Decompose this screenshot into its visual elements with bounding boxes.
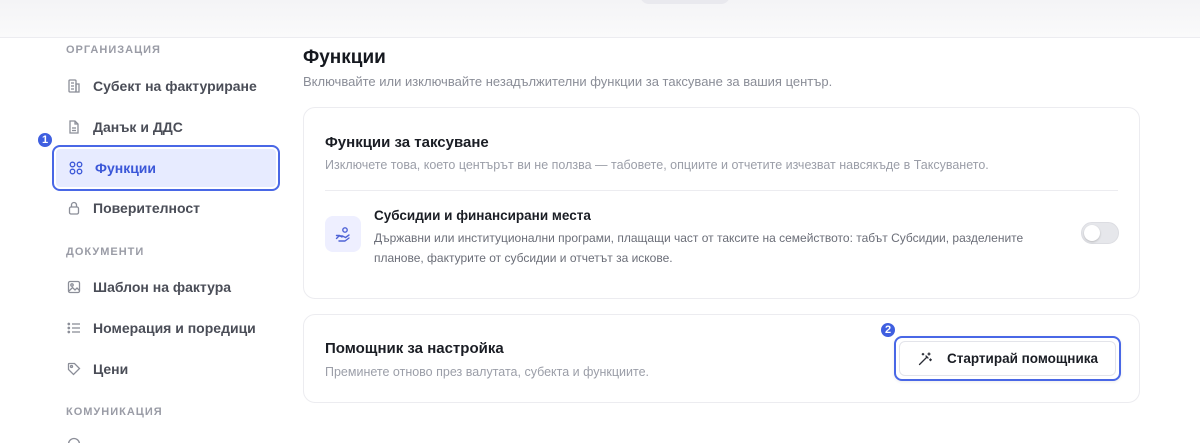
top-bar <box>0 0 1200 38</box>
section-label-communication: КОМУНИКАЦИЯ <box>66 406 163 418</box>
sidebar-item-invoice-template[interactable]: Шаблон на фактура <box>52 266 280 308</box>
sidebar-item-features[interactable]: Функции <box>52 145 280 191</box>
button-label: Стартирай помощника <box>946 351 1099 366</box>
list-icon <box>66 320 82 336</box>
step-badge-1: 1 <box>36 131 54 149</box>
section-label-documents: ДОКУМЕНТИ <box>66 246 145 258</box>
card-subtitle: Преминете отново през валутата, субекта … <box>325 365 650 379</box>
card-title: Помощник за настройка <box>325 340 504 357</box>
sidebar-item-privacy[interactable]: Поверителност <box>52 187 280 229</box>
start-wizard-button[interactable]: Стартирай помощника <box>894 336 1121 381</box>
toggle-knob <box>1084 225 1100 241</box>
sidebar-item-label: Шаблон на фактура <box>93 279 232 295</box>
sidebar-item-label: Функции <box>95 160 157 176</box>
step-badge-2: 2 <box>879 321 897 339</box>
section-label-organization: ОРГАНИЗАЦИЯ <box>66 44 161 56</box>
sidebar-item-label: Цени <box>93 361 129 377</box>
sidebar-item-tax-vat[interactable]: Данък и ДДС <box>52 106 280 148</box>
sidebar-item-label: Данък и ДДС <box>93 119 183 135</box>
tag-icon <box>66 361 82 377</box>
page-title: Функции <box>303 47 386 68</box>
sidebar-item-prices[interactable]: Цени <box>52 348 280 390</box>
feature-description: Държавни или институционални програми, п… <box>374 231 1024 265</box>
sidebar-item-partial[interactable] <box>52 428 280 443</box>
page-subtitle: Включвайте или изключвайте незадължителн… <box>303 74 833 89</box>
card-title: Функции за таксуване <box>325 134 489 151</box>
circle-icon <box>66 436 82 443</box>
magic-wand-icon <box>917 351 933 367</box>
lock-icon <box>66 200 82 216</box>
sidebar-item-numbering[interactable]: Номерация и поредици <box>52 307 280 349</box>
top-bar-handle <box>640 0 730 4</box>
sidebar-item-label: Субект на фактуриране <box>93 78 257 94</box>
feature-title: Субсидии и финансирани места <box>374 208 591 223</box>
subsidies-toggle[interactable] <box>1081 222 1119 244</box>
hand-coins-icon <box>325 216 361 252</box>
image-icon <box>66 279 82 295</box>
divider <box>325 190 1118 191</box>
card-subtitle: Изключете това, което центърът ви не пол… <box>325 158 989 172</box>
building-icon <box>66 78 82 94</box>
grid-icon <box>68 160 84 176</box>
document-icon <box>66 119 82 135</box>
billing-features-card: Функции за таксуване Изключете това, кое… <box>303 107 1140 299</box>
sidebar-item-label: Номерация и поредици <box>93 320 256 336</box>
sidebar-item-label: Поверителност <box>93 200 200 216</box>
sidebar-item-billing-entity[interactable]: Субект на фактуриране <box>52 65 280 107</box>
